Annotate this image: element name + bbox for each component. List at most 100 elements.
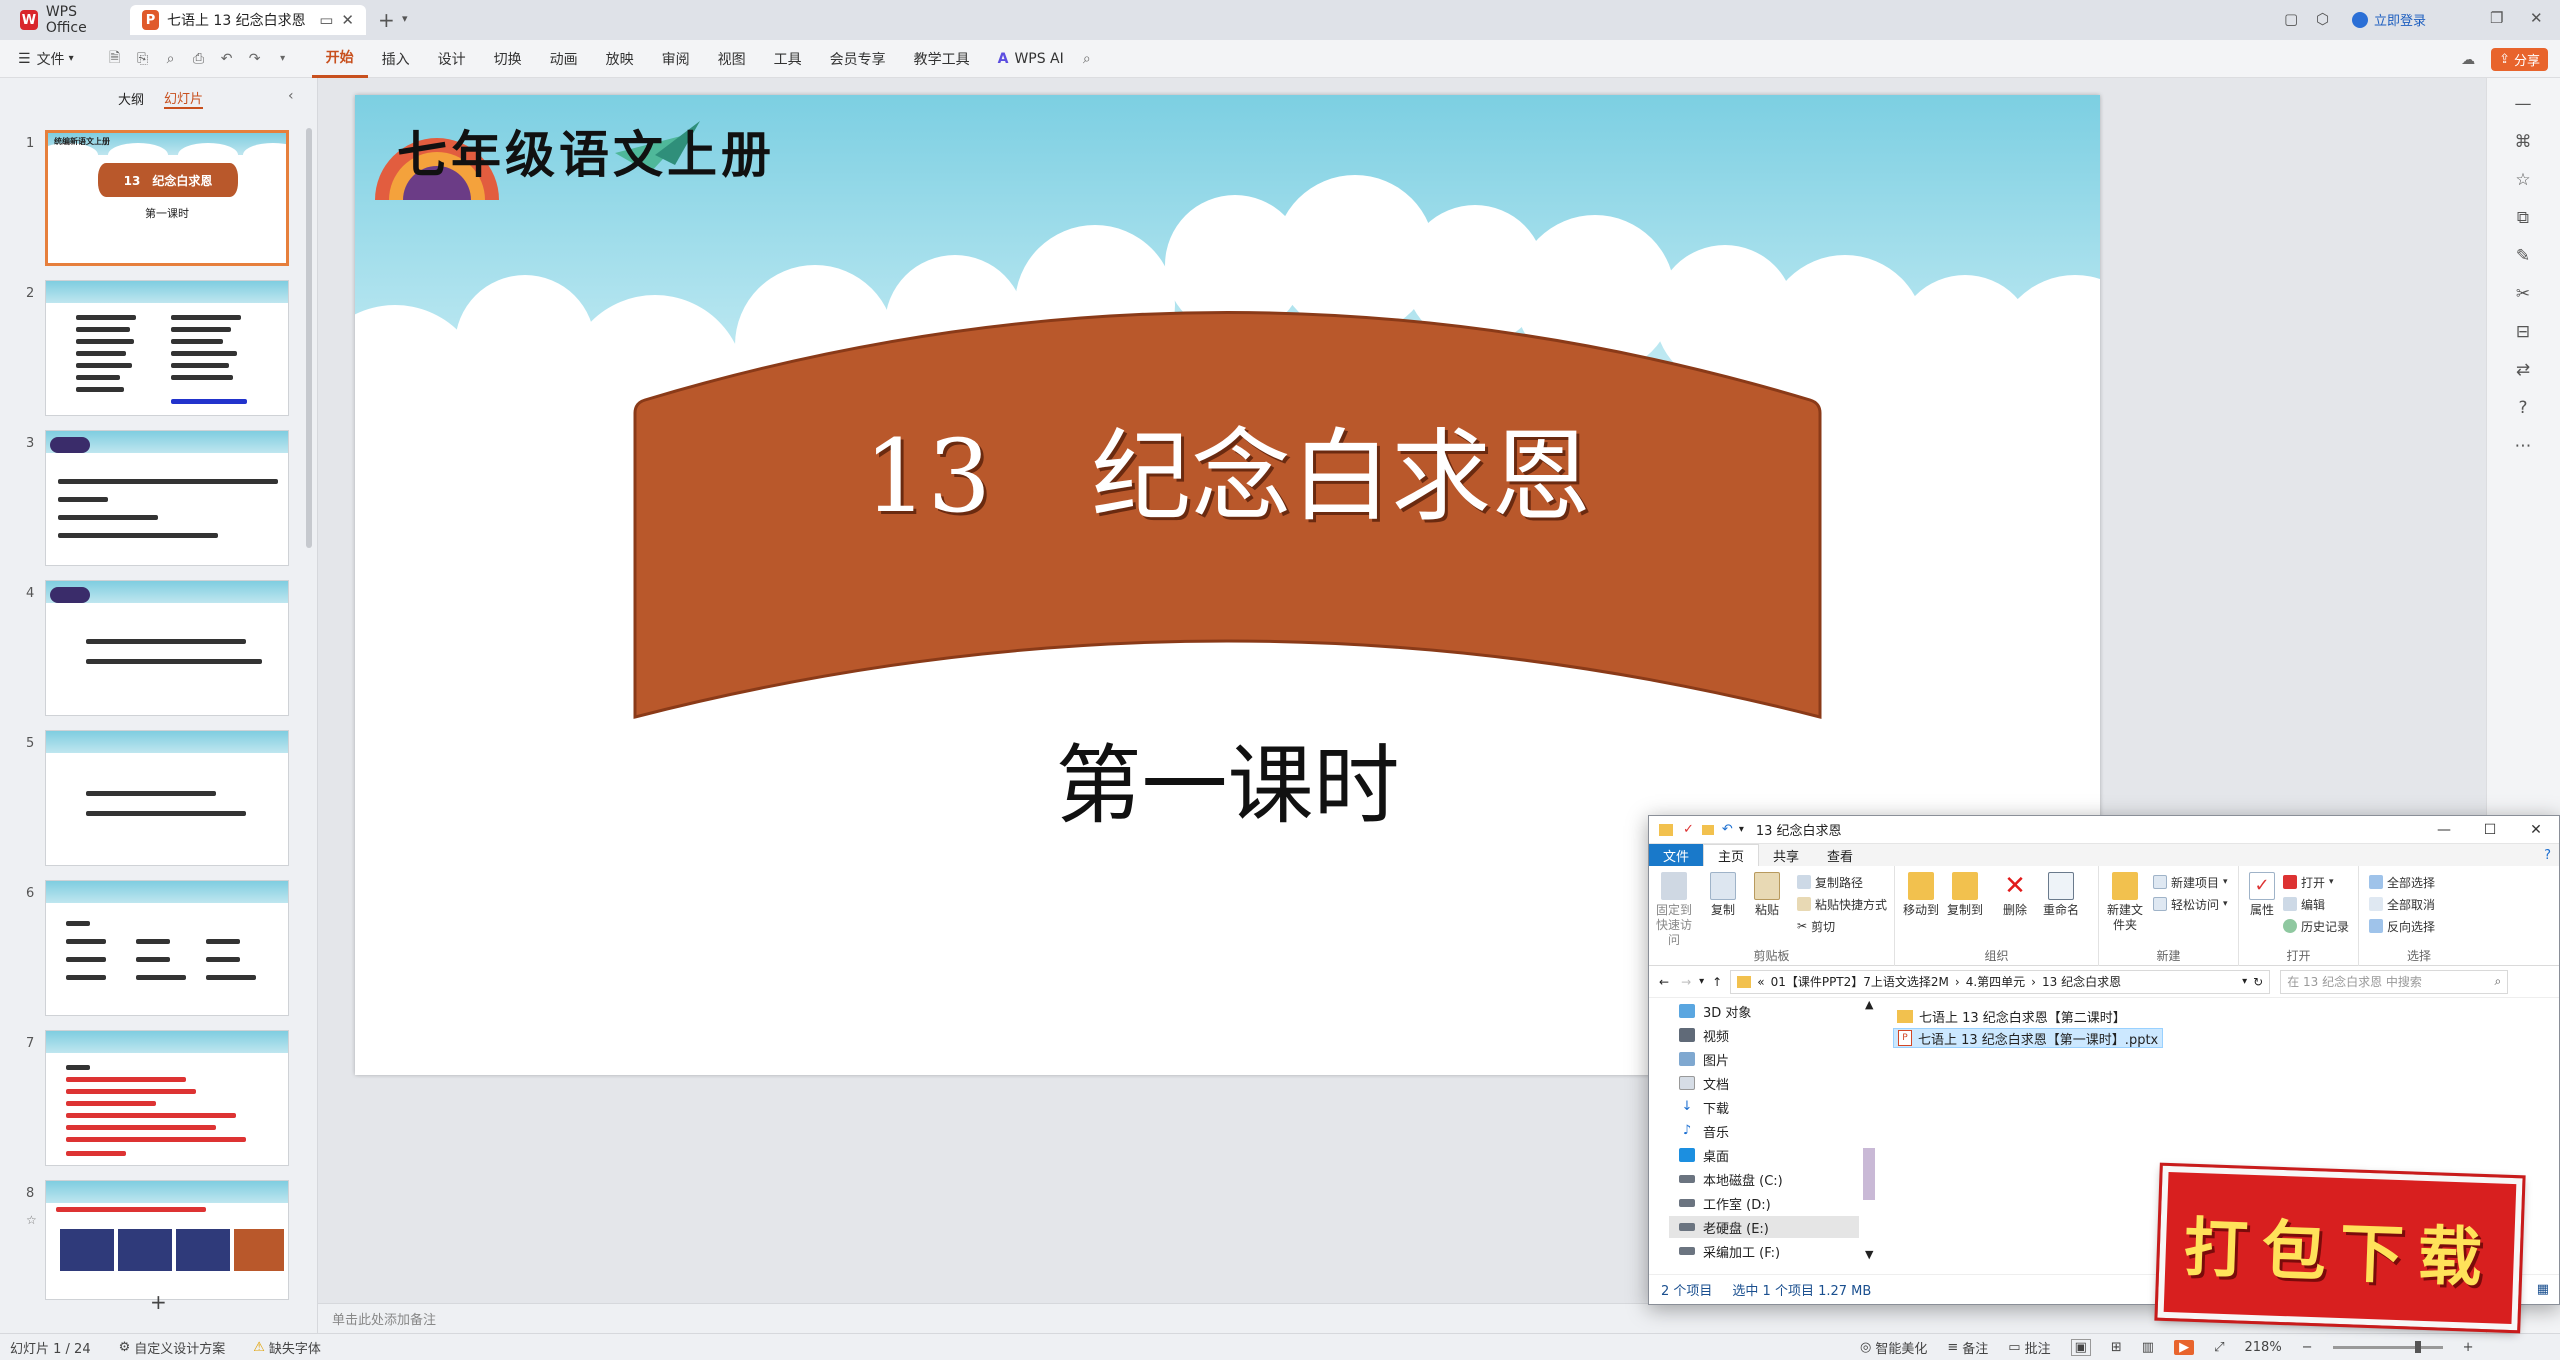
missing-font-button[interactable]: ⚠ 缺失字体 <box>253 1338 321 1357</box>
menu-view[interactable]: 视图 <box>704 40 760 78</box>
copy-button[interactable]: 复制 <box>1703 872 1743 918</box>
slide-thumbnail-4[interactable] <box>45 580 289 716</box>
maximize-icon[interactable]: ☐ <box>2467 816 2513 844</box>
normal-view-icon[interactable]: ▣ <box>2070 1339 2091 1356</box>
slide-thumbnail-7[interactable] <box>45 1030 289 1166</box>
paste-shortcut-button[interactable]: 粘贴快捷方式 <box>1797 894 1887 914</box>
wps-ai-button[interactable]: A WPS AI <box>984 40 1078 78</box>
chevron-down-icon[interactable]: ▾ <box>2242 976 2247 987</box>
tab-view[interactable]: 查看 <box>1813 844 1867 866</box>
nav-item-pictures[interactable]: 图片 <box>1679 1048 1729 1070</box>
grid-view-icon[interactable]: ⊞ <box>2111 1340 2122 1355</box>
translate-icon[interactable]: ⇄ <box>2511 358 2535 382</box>
copy-icon[interactable]: ⧉ <box>2511 206 2535 230</box>
tab-share[interactable]: 共享 <box>1759 844 1813 866</box>
file-item-folder[interactable]: 七语上 13 纪念白求恩【第二课时】 <box>1893 1006 2130 1026</box>
forward-icon[interactable]: → <box>1681 975 1691 989</box>
select-all-button[interactable]: 全部选择 <box>2369 872 2435 892</box>
rename-button[interactable]: 重命名 <box>2041 872 2081 918</box>
new-item-button[interactable]: 新建项目 ▾ <box>2153 872 2228 892</box>
invert-selection-button[interactable]: 反向选择 <box>2369 916 2435 936</box>
menu-member[interactable]: 会员专享 <box>816 40 900 78</box>
menu-tools[interactable]: 工具 <box>760 40 816 78</box>
path-segment[interactable]: 4.第四单元 <box>1966 973 2025 990</box>
nav-item-drive-c[interactable]: 本地磁盘 (C:) <box>1679 1168 1783 1190</box>
chevron-down-icon[interactable]: ▾ <box>1739 824 1744 835</box>
slide-thumbnail-5[interactable] <box>45 730 289 866</box>
paste-button[interactable]: 粘贴 <box>1747 872 1787 918</box>
refresh-icon[interactable]: ↻ <box>2253 975 2263 989</box>
nav-item-drive-f[interactable]: 采编加工 (F:) <box>1679 1240 1780 1262</box>
chevron-down-icon[interactable]: ▾ <box>402 12 408 25</box>
menu-review[interactable]: 审阅 <box>648 40 704 78</box>
beautify-button[interactable]: ◎ 智能美化 <box>1860 1338 1927 1357</box>
nav-item-drive-e[interactable]: 老硬盘 (E:) <box>1669 1216 1859 1238</box>
zoom-level[interactable]: 218% <box>2245 1340 2282 1355</box>
new-folder-icon[interactable] <box>1701 824 1714 835</box>
scroll-down-icon[interactable]: ▼ <box>1865 1248 1873 1261</box>
nav-item-3d-objects[interactable]: 3D 对象 <box>1679 1000 1751 1022</box>
search-icon[interactable]: ⌕ <box>1078 50 1096 68</box>
delete-button[interactable]: ✕ 删除 <box>1995 872 2035 918</box>
slide-thumbnail-6[interactable] <box>45 880 289 1016</box>
minus-icon[interactable]: — <box>2511 92 2535 116</box>
help-icon[interactable]: ? <box>2544 848 2551 863</box>
tab-document[interactable]: P 七语上 13 纪念白求恩【第一… ▭ ✕ <box>130 5 366 35</box>
nav-item-desktop[interactable]: 桌面 <box>1679 1144 1729 1166</box>
menu-slideshow[interactable]: 放映 <box>592 40 648 78</box>
cut-button[interactable]: ✂ 剪切 <box>1797 916 1835 936</box>
collapse-panel-icon[interactable]: ‹ <box>288 88 294 104</box>
menu-start[interactable]: 开始 <box>311 40 368 78</box>
slide-thumbnail-3[interactable] <box>45 430 289 566</box>
file-menu[interactable]: ☰ 文件 ▾ <box>0 40 88 78</box>
edit-button[interactable]: 编辑 <box>2283 894 2325 914</box>
menu-animation[interactable]: 动画 <box>536 40 592 78</box>
zoom-out-icon[interactable]: − <box>2302 1340 2313 1355</box>
comments-button[interactable]: ▭ 批注 <box>2008 1338 2050 1357</box>
menu-teaching-tools[interactable]: 教学工具 <box>900 40 984 78</box>
copy-path-button[interactable]: 复制路径 <box>1797 872 1863 892</box>
nav-item-drive-d[interactable]: 工作室 (D:) <box>1679 1192 1771 1214</box>
chevron-down-icon[interactable]: ▾ <box>274 50 292 68</box>
login-button[interactable]: 立即登录 <box>2352 10 2426 29</box>
path-segment[interactable]: 01【课件PPT2】7上语文选择2M <box>1771 973 1949 990</box>
scrollbar[interactable] <box>306 128 312 548</box>
cube-icon[interactable]: ⬡ <box>2316 10 2329 28</box>
select-none-button[interactable]: 全部取消 <box>2369 894 2435 914</box>
custom-theme-button[interactable]: ⚙ 自定义设计方案 <box>119 1338 226 1357</box>
slide-thumbnail-1[interactable]: 统编新语文上册 13 纪念白求恩 第一课时 <box>45 130 289 266</box>
undo-icon[interactable]: ↶ <box>1722 822 1733 837</box>
address-bar[interactable]: « 01【课件PPT2】7上语文选择2M › 4.第四单元 › 13 纪念白求恩… <box>1730 969 2271 994</box>
share-button[interactable]: ⇪ 分享 <box>2491 48 2548 71</box>
nav-scrollbar[interactable] <box>1863 1148 1875 1200</box>
properties-button[interactable]: ✓ 属性 <box>2245 872 2279 918</box>
slide-thumbnail-2[interactable] <box>45 280 289 416</box>
history-button[interactable]: 历史记录 <box>2283 916 2349 936</box>
cloud-sync-icon[interactable]: ☁ <box>2459 51 2477 69</box>
monitor-icon[interactable]: ▭ <box>319 11 333 29</box>
close-icon[interactable]: ✕ <box>2513 816 2559 844</box>
search-field[interactable]: 在 13 纪念白求恩 中搜索 ⌕ <box>2280 969 2509 994</box>
layout-icon[interactable]: ▢ <box>2284 10 2298 28</box>
reading-view-icon[interactable]: ▥ <box>2142 1340 2154 1355</box>
path-segment[interactable]: 13 纪念白求恩 <box>2042 973 2121 990</box>
print-icon[interactable]: ⎙ <box>190 50 208 68</box>
pin-quick-access-button[interactable]: 固定到快速访问 <box>1655 872 1693 948</box>
play-icon[interactable]: ▶ <box>2174 1340 2195 1355</box>
notes-button[interactable]: ≡ 备注 <box>1947 1338 1988 1357</box>
add-slide-button[interactable]: + <box>150 1290 167 1314</box>
tab-home[interactable]: 主页 <box>1703 844 1760 866</box>
help-icon[interactable]: ? <box>2511 396 2535 420</box>
scroll-up-icon[interactable]: ▲ <box>1865 998 1873 1011</box>
move-to-button[interactable]: 移动到 <box>1901 872 1941 918</box>
nav-item-music[interactable]: ♪ 音乐 <box>1679 1120 1729 1142</box>
zoom-slider-knob[interactable] <box>2414 1341 2421 1353</box>
paint-icon[interactable]: ✎ <box>2511 244 2535 268</box>
file-item-pptx[interactable]: P 七语上 13 纪念白求恩【第一课时】.pptx <box>1893 1028 2164 1048</box>
open-button[interactable]: 打开 ▾ <box>2283 872 2334 892</box>
shapes-icon[interactable]: ⌘ <box>2511 130 2535 154</box>
tab-outline[interactable]: 大纲 <box>118 89 144 108</box>
new-folder-button[interactable]: 新建文件夹 <box>2105 872 2145 933</box>
more-icon[interactable]: ⋯ <box>2511 434 2535 458</box>
easy-access-button[interactable]: 轻松访问 ▾ <box>2153 894 2228 914</box>
